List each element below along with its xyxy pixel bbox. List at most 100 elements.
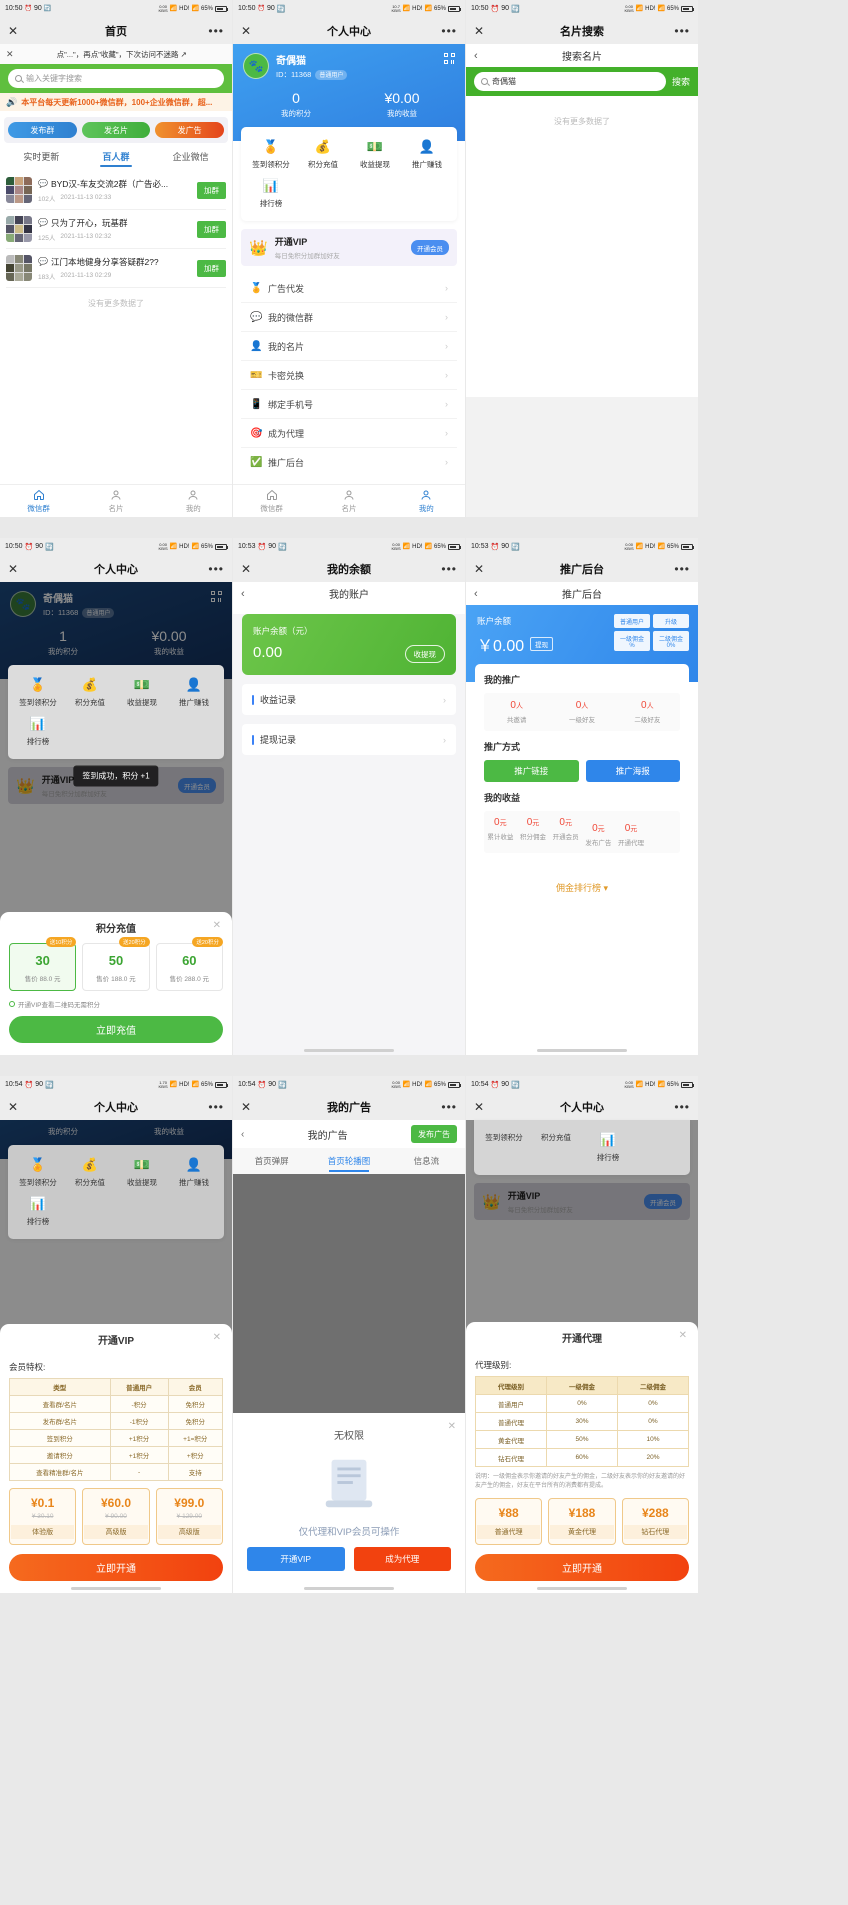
quick-action-rank[interactable]: 📊 排行榜 [12, 1192, 64, 1231]
price-option[interactable]: ¥0.1 ¥ 30.10 体验版 [9, 1488, 77, 1545]
publish-ad-button[interactable]: 发布广告 [411, 1125, 457, 1143]
search-button[interactable]: 搜索 [672, 75, 690, 88]
price-option[interactable]: ¥99.0 ¥ 129.00 高级版 [155, 1488, 223, 1545]
close-icon[interactable]: ✕ [241, 1101, 251, 1113]
avatar[interactable]: 🐾 [243, 53, 269, 79]
close-icon[interactable]: ✕ [8, 563, 18, 575]
quick-action-withdraw[interactable]: 💵 收益提现 [349, 135, 401, 174]
confirm-vip-button[interactable]: 立即开通 [9, 1554, 223, 1581]
back-icon[interactable]: ‹ [474, 588, 478, 600]
close-icon[interactable]: ✕ [474, 25, 484, 37]
quick-action-recharge[interactable]: 💰 积分充值 [64, 673, 116, 712]
confirm-recharge-button[interactable]: 立即充值 [9, 1016, 223, 1043]
quick-action-rank[interactable]: 📊 排行榜 [12, 712, 64, 751]
tabbar-item-cards[interactable]: 名片 [310, 485, 387, 517]
list-item[interactable]: 💬 只为了开心，玩基群 125人 2021-11-13 02:32 加群 [6, 210, 226, 249]
tab-realtime[interactable]: 实时更新 [4, 150, 79, 167]
withdraw-button[interactable]: 收提现 [404, 645, 445, 663]
recharge-option[interactable]: 送10积分 30 售价 88.0 元 [9, 937, 77, 991]
quick-action-promote[interactable]: 👤 推广赚钱 [401, 135, 453, 174]
tabbar-item-cards[interactable]: 名片 [77, 485, 154, 517]
promo-link-button[interactable]: 推广链接 [484, 760, 579, 782]
become-agent-button[interactable]: 成为代理 [353, 1547, 451, 1571]
confirm-agent-button[interactable]: 立即开通 [475, 1554, 689, 1581]
tabbar-item-groups[interactable]: 微信群 [233, 485, 310, 517]
tabbar-item-groups[interactable]: 微信群 [0, 485, 77, 517]
more-icon[interactable]: ••• [441, 563, 457, 575]
vip-banner[interactable]: 👑 开通VIP 每日免积分加群加好友 开通会员 [241, 229, 457, 266]
more-icon[interactable]: ••• [208, 563, 224, 575]
promo-poster-button[interactable]: 推广海报 [585, 760, 680, 782]
publish-ad-button[interactable]: 发广告 [155, 122, 225, 138]
close-icon[interactable]: ✕ [448, 1421, 456, 1432]
search-input[interactable]: 奇偶猫 [474, 72, 666, 91]
quick-action-recharge[interactable]: 💰 积分充值 [64, 1153, 116, 1192]
withdraw-button[interactable]: 提现 [530, 637, 554, 651]
quick-action-rank[interactable]: 📊 排行榜 [582, 1128, 634, 1167]
close-icon[interactable]: ✕ [474, 563, 484, 575]
back-icon[interactable]: ‹ [474, 50, 478, 62]
quick-action-signin[interactable]: 🏅 签到领积分 [12, 1153, 64, 1192]
back-icon[interactable]: ‹ [241, 588, 245, 600]
tab-hundred[interactable]: 百人群 [79, 150, 154, 167]
menu-item-ad[interactable]: 🏅 广告代发 › [241, 274, 457, 303]
menu-item-agent[interactable]: 🎯 成为代理 › [241, 419, 457, 448]
quick-action-signin[interactable]: 🏅 签到领积分 [245, 135, 297, 174]
quick-action-recharge[interactable]: 💰 积分充值 [297, 135, 349, 174]
quick-action-signin[interactable]: 🏅 签到领积分 [12, 673, 64, 712]
tip-close-icon[interactable]: ✕ [6, 49, 14, 60]
menu-item-mycards[interactable]: 👤 我的名片 › [241, 332, 457, 361]
menu-item-mygroups[interactable]: 💬 我的微信群 › [241, 303, 457, 332]
quick-action-withdraw[interactable]: 💵 收益提现 [116, 673, 168, 712]
commission-rank-button[interactable]: 佣金排行榜 ▾ [475, 871, 689, 904]
more-icon[interactable]: ••• [674, 1101, 690, 1113]
more-icon[interactable]: ••• [208, 1101, 224, 1113]
tab-feed[interactable]: 信息流 [388, 1148, 465, 1174]
price-option[interactable]: ¥288 钻石代理 [621, 1498, 689, 1545]
close-icon[interactable]: ✕ [8, 1101, 18, 1113]
quick-action-recharge[interactable]: 积分充值 [530, 1128, 582, 1167]
open-vip-button[interactable]: 开通VIP [247, 1547, 345, 1571]
close-icon[interactable]: ✕ [241, 563, 251, 575]
menu-item-backend[interactable]: ✅ 推广后台 › [241, 448, 457, 476]
close-icon[interactable]: ✕ [213, 920, 221, 931]
join-group-button[interactable]: 加群 [197, 259, 226, 277]
more-icon[interactable]: ••• [441, 1101, 457, 1113]
more-icon[interactable]: ••• [674, 25, 690, 37]
tabbar-item-mine[interactable]: 我的 [388, 485, 465, 517]
quick-action-rank[interactable]: 📊 排行榜 [245, 174, 297, 213]
more-icon[interactable]: ••• [674, 563, 690, 575]
close-icon[interactable]: ✕ [679, 1330, 687, 1341]
quick-action-withdraw[interactable]: 💵 收益提现 [116, 1153, 168, 1192]
menu-item-coupon[interactable]: 🎫 卡密兑换 › [241, 361, 457, 390]
join-group-button[interactable]: 加群 [197, 220, 226, 238]
quick-action-signin[interactable]: 签到领积分 [478, 1128, 530, 1167]
close-icon[interactable]: ✕ [8, 25, 18, 37]
publish-group-button[interactable]: 发布群 [8, 122, 77, 138]
recharge-option[interactable]: 送20积分 60 售价 288.0 元 [155, 937, 223, 991]
list-item[interactable]: 💬 江门本地健身分享答疑群2?? 183人 2021-11-13 02:29 加群 [6, 249, 226, 288]
price-option[interactable]: ¥88 普通代理 [475, 1498, 543, 1545]
price-option[interactable]: ¥188 黄金代理 [548, 1498, 616, 1545]
tab-carousel[interactable]: 首页轮播图 [310, 1148, 387, 1174]
menu-item-phone[interactable]: 📱 绑定手机号 › [241, 390, 457, 419]
close-icon[interactable]: ✕ [213, 1332, 221, 1343]
join-group-button[interactable]: 加群 [197, 181, 226, 199]
close-icon[interactable]: ✕ [474, 1101, 484, 1113]
quick-action-promote[interactable]: 👤 推广赚钱 [168, 1153, 220, 1192]
publish-card-button[interactable]: 发名片 [81, 122, 151, 138]
withdraw-records-row[interactable]: 提现记录 › [242, 724, 456, 755]
quick-action-promote[interactable]: 👤 推广赚钱 [168, 673, 220, 712]
more-icon[interactable]: ••• [441, 25, 457, 37]
list-item[interactable]: 💬 BYD汉-车友交流2群（广告必... 102人 2021-11-13 02:33… [6, 171, 226, 210]
income-records-row[interactable]: 收益记录 › [242, 684, 456, 715]
qrcode-icon[interactable] [444, 53, 455, 64]
close-icon[interactable]: ✕ [241, 25, 251, 37]
search-input[interactable]: 输入关键字搜索 [8, 69, 224, 88]
open-vip-button[interactable]: 开通会员 [411, 240, 449, 255]
tab-enterprise[interactable]: 企业微信 [153, 150, 228, 167]
more-icon[interactable]: ••• [208, 25, 224, 37]
tabbar-item-mine[interactable]: 我的 [155, 485, 232, 517]
vip-checkbox-row[interactable]: 开通VIP查看二维码无需积分 [9, 999, 223, 1009]
tab-popup[interactable]: 首页弹屏 [233, 1148, 310, 1174]
